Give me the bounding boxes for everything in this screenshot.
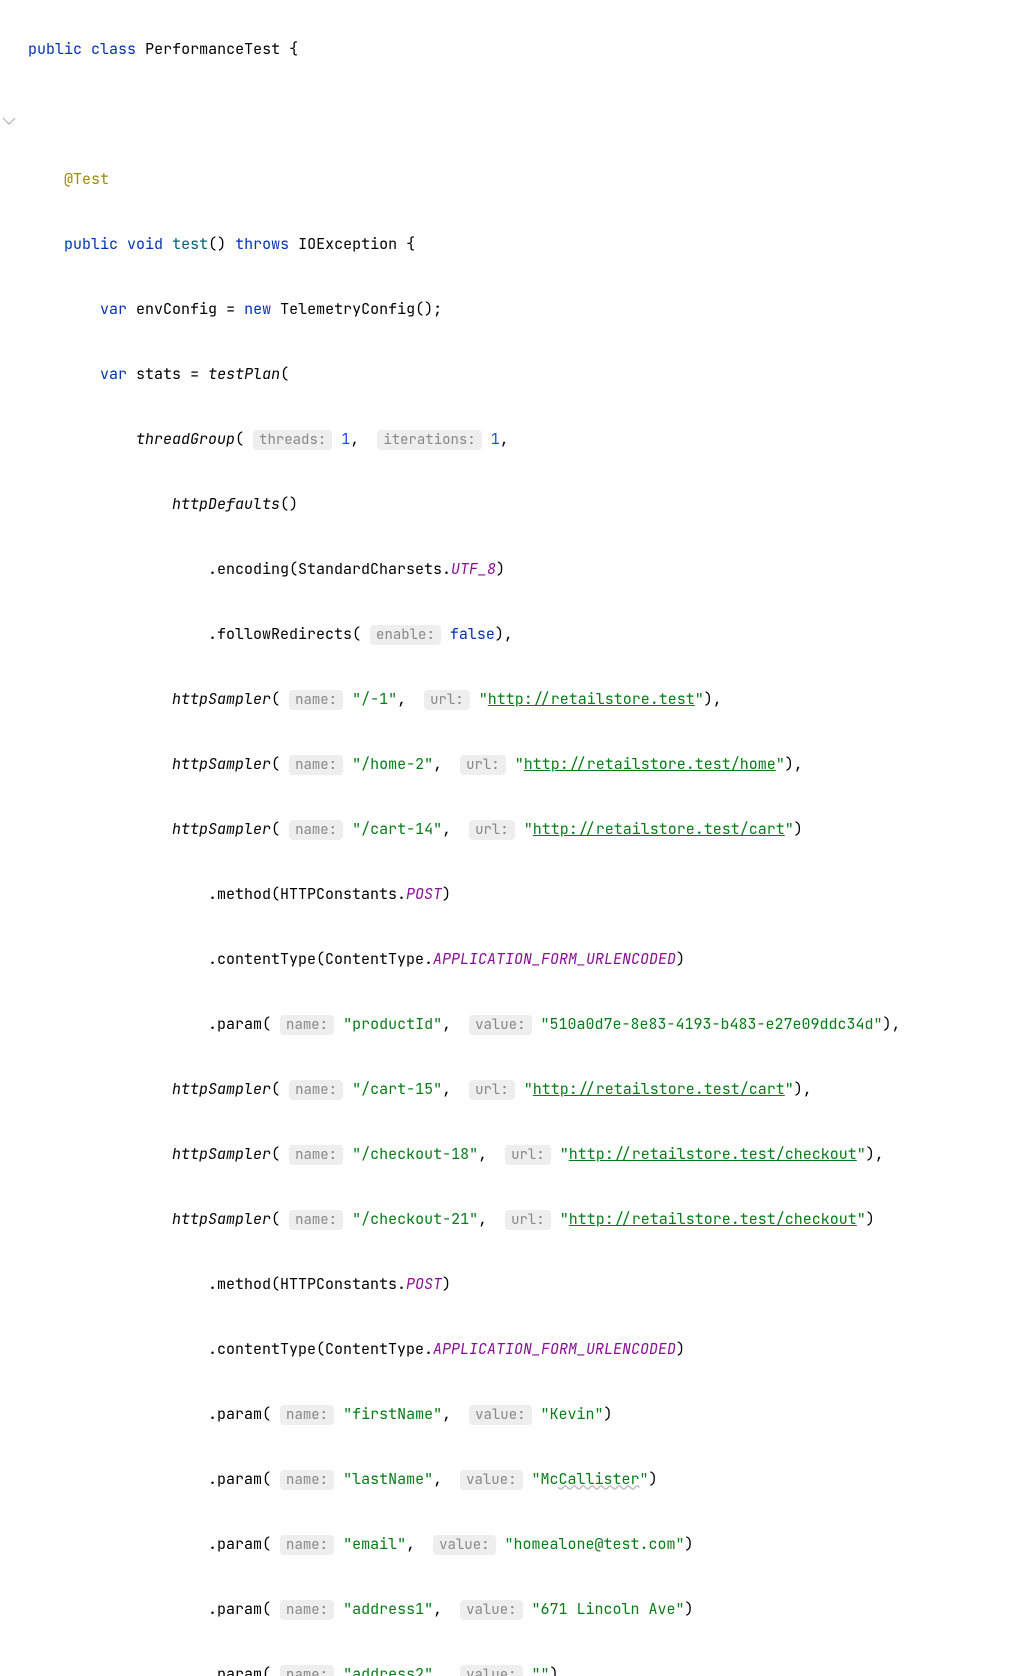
spellcheck-warning: Callister (559, 1469, 640, 1489)
code-line: httpSampler( name: "/cart-15", url: "htt… (28, 1073, 1024, 1106)
fn-httpsampler: httpSampler (172, 689, 271, 709)
code-line: .contentType(ContentType.APPLICATION_FOR… (28, 943, 1024, 976)
keyword-public: public (28, 39, 82, 59)
param-hint-name: name: (289, 820, 343, 840)
class-name: PerformanceTest (145, 39, 280, 59)
param-hint-enable: enable: (370, 625, 441, 645)
fn-httpsampler: httpSampler (172, 1079, 271, 1099)
fn-testplan: testPlan (208, 364, 280, 384)
param-hint-name: name: (289, 1145, 343, 1165)
param-hint-value: value: (460, 1665, 522, 1676)
fn-httpsampler: httpSampler (172, 819, 271, 839)
const-form-urlencoded: APPLICATION_FORM_URLENCODED (433, 949, 676, 969)
code-line: var envConfig = new TelemetryConfig(); (28, 293, 1024, 326)
code-line: httpSampler( name: "/checkout-21", url: … (28, 1203, 1024, 1236)
url-link[interactable]: http://retailstore.test/cart (533, 819, 785, 839)
param-hint-name: name: (280, 1470, 334, 1490)
url-link[interactable]: http://retailstore.test/checkout (569, 1144, 857, 1164)
param-hint-name: name: (289, 1080, 343, 1100)
code-line: .param( name: "firstName", value: "Kevin… (28, 1398, 1024, 1431)
const-post: POST (406, 884, 442, 904)
param-hint-iterations: iterations: (377, 430, 481, 450)
annotation-test: @Test (64, 169, 109, 189)
code-line: .param( name: "address1", value: "671 Li… (28, 1593, 1024, 1626)
param-hint-name: name: (280, 1405, 334, 1425)
url-link[interactable]: http://retailstore.test/home (524, 754, 776, 774)
param-hint-url: url: (460, 755, 506, 775)
code-line: .param( name: "lastName", value: "McCall… (28, 1463, 1024, 1496)
code-line (28, 98, 1024, 131)
keyword-new: new (244, 299, 271, 319)
code-line: .contentType(ContentType.APPLICATION_FOR… (28, 1333, 1024, 1366)
param-hint-value: value: (469, 1015, 531, 1035)
code-line: var stats = testPlan( (28, 358, 1024, 391)
keyword-void: void (127, 234, 163, 254)
code-line: .method(HTTPConstants.POST) (28, 878, 1024, 911)
code-line: httpSampler( name: "/-1", url: "http://r… (28, 683, 1024, 716)
code-line: .encoding(StandardCharsets.UTF_8) (28, 553, 1024, 586)
param-hint-value: value: (460, 1470, 522, 1490)
url-link[interactable]: http://retailstore.test (488, 689, 695, 709)
code-line: httpDefaults() (28, 488, 1024, 521)
code-line: public void test() throws IOException { (28, 228, 1024, 261)
code-line: httpSampler( name: "/checkout-18", url: … (28, 1138, 1024, 1171)
code-line: public class PerformanceTest { (28, 33, 1024, 66)
method-name: test (172, 234, 208, 254)
param-hint-name: name: (289, 1210, 343, 1230)
param-hint-url: url: (469, 820, 515, 840)
fn-httpsampler: httpSampler (172, 1144, 271, 1164)
param-hint-name: name: (280, 1665, 334, 1676)
url-link[interactable]: http://retailstore.test/checkout (569, 1209, 857, 1229)
param-hint-value: value: (469, 1405, 531, 1425)
param-hint-url: url: (424, 690, 470, 710)
fn-httpsampler: httpSampler (172, 1209, 271, 1229)
param-hint-threads: threads: (253, 430, 332, 450)
param-hint-value: value: (433, 1535, 495, 1555)
code-line: httpSampler( name: "/home-2", url: "http… (28, 748, 1024, 781)
fn-httpsampler: httpSampler (172, 754, 271, 774)
code-line: threadGroup( threads: 1, iterations: 1, (28, 423, 1024, 456)
const-utf8: UTF_8 (451, 559, 496, 579)
param-hint-name: name: (280, 1535, 334, 1555)
keyword-throws: throws (235, 234, 289, 254)
fn-httpdefaults: httpDefaults (172, 494, 280, 514)
keyword-public: public (64, 234, 118, 254)
const-form-urlencoded: APPLICATION_FORM_URLENCODED (433, 1339, 676, 1359)
const-post: POST (406, 1274, 442, 1294)
code-line: .param( name: "address2", value: "") (28, 1658, 1024, 1676)
code-line: .param( name: "email", value: "homealone… (28, 1528, 1024, 1561)
code-line: @Test (28, 163, 1024, 196)
code-editor[interactable]: public class PerformanceTest { @Test pub… (0, 0, 1024, 1676)
type-ioexception: IOException (298, 234, 397, 254)
code-line: httpSampler( name: "/cart-14", url: "htt… (28, 813, 1024, 846)
code-line: .method(HTTPConstants.POST) (28, 1268, 1024, 1301)
keyword-var: var (100, 299, 127, 319)
param-hint-name: name: (280, 1600, 334, 1620)
fn-threadgroup: threadGroup (136, 429, 235, 449)
param-hint-url: url: (505, 1145, 551, 1165)
keyword-class: class (91, 39, 136, 59)
code-line: .param( name: "productId", value: "510a0… (28, 1008, 1024, 1041)
param-hint-url: url: (505, 1210, 551, 1230)
code-line: .followRedirects( enable: false), (28, 618, 1024, 651)
param-hint-name: name: (289, 690, 343, 710)
param-hint-url: url: (469, 1080, 515, 1100)
param-hint-value: value: (460, 1600, 522, 1620)
url-link[interactable]: http://retailstore.test/cart (533, 1079, 785, 1099)
keyword-false: false (450, 624, 495, 644)
param-hint-name: name: (289, 755, 343, 775)
keyword-var: var (100, 364, 127, 384)
param-hint-name: name: (280, 1015, 334, 1035)
